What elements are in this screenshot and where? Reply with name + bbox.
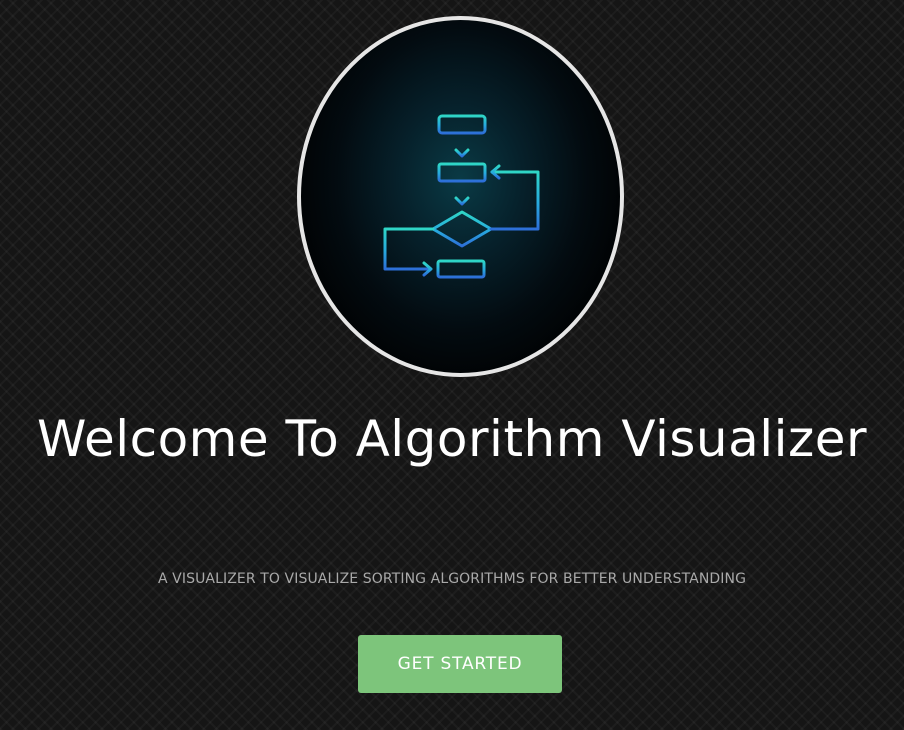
- page-subtitle: A VISUALIZER TO VISUALIZE SORTING ALGORI…: [157, 571, 747, 587]
- page-title: Welcome To Algorithm Visualizer: [36, 410, 868, 468]
- logo-circle: [297, 16, 624, 377]
- hero-section: Welcome To Algorithm Visualizer A VISUAL…: [0, 0, 904, 730]
- get-started-button[interactable]: GET STARTED: [358, 635, 562, 693]
- flowchart-icon: [383, 114, 540, 279]
